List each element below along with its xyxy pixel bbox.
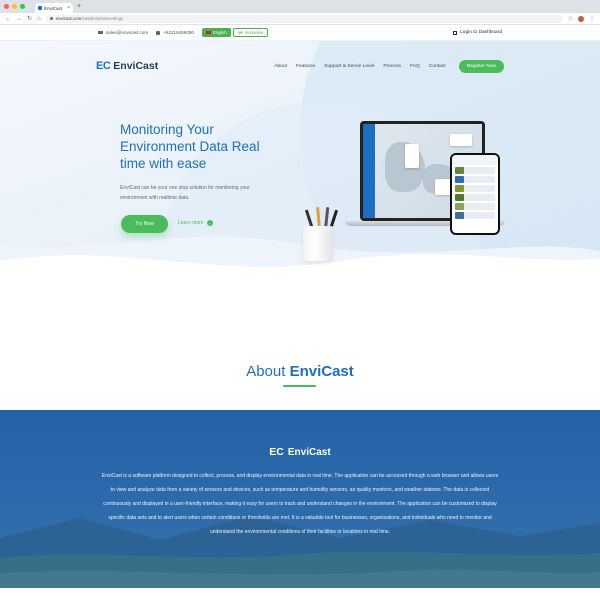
hero-section: EC EnviCast About Features Support & Ser… <box>0 41 600 286</box>
main-navigation: EC EnviCast About Features Support & Ser… <box>96 59 504 73</box>
address-bar[interactable]: envicast.com/ratelimits/sitesettings <box>45 14 563 23</box>
url-path: /ratelimits/sitesettings <box>81 16 124 21</box>
logo-text: EnviCast <box>113 60 159 72</box>
nav-item-process[interactable]: Process <box>383 64 401 69</box>
hero-title: Monitoring Your Environment Data Real ti… <box>120 122 260 171</box>
reload-icon[interactable]: ↻ <box>27 16 32 22</box>
hero-description: EnviCast can be your one stop solution f… <box>120 185 250 201</box>
envelope-icon <box>98 30 103 35</box>
back-icon[interactable]: ← <box>5 16 11 22</box>
browser-toolbar: ← → ↻ ⌂ envicast.com/ratelimits/sitesett… <box>0 13 600 25</box>
learn-more-link[interactable]: Learn more › <box>178 220 213 226</box>
language-english-button[interactable]: English <box>202 28 231 37</box>
lock-icon <box>49 16 53 21</box>
lang-en-label: English <box>213 30 227 35</box>
login-label: Login to Dashboard <box>460 30 502 35</box>
favicon-icon <box>38 6 42 10</box>
bookmark-star-icon[interactable]: ☆ <box>568 15 573 22</box>
about-heading-brand: EnviCast <box>289 363 354 380</box>
uk-flag-icon <box>206 31 211 34</box>
close-window-icon[interactable] <box>4 4 9 9</box>
login-icon <box>453 30 458 35</box>
maximize-window-icon[interactable] <box>20 4 25 9</box>
page-bottom-strip <box>0 588 600 600</box>
nav-item-features[interactable]: Features <box>296 64 315 69</box>
language-indonesia-button[interactable]: Indonesia <box>232 28 268 37</box>
pencil-cup-illustration <box>303 226 333 261</box>
learn-more-label: Learn more <box>178 220 204 226</box>
phone-text: +62218456090 <box>163 30 194 35</box>
nav-item-faq[interactable]: FAQ <box>410 64 420 69</box>
about-logo-mark: EC <box>269 446 284 458</box>
nav-menu: About Features Support & Servie Level Pr… <box>274 59 504 73</box>
envicast-logo[interactable]: EC EnviCast <box>96 60 158 72</box>
home-icon[interactable]: ⌂ <box>37 16 41 22</box>
about-logo: EC EnviCast <box>0 446 600 458</box>
phone-icon <box>156 30 161 35</box>
window-controls[interactable] <box>4 4 25 9</box>
try-now-button[interactable]: Try Now <box>121 215 168 233</box>
indonesia-flag-icon <box>237 31 243 34</box>
register-button[interactable]: Register Now <box>458 59 504 73</box>
contact-email[interactable]: sales@envicast.com <box>98 30 148 35</box>
about-logo-text: EnviCast <box>287 446 331 458</box>
profile-avatar[interactable] <box>578 15 584 22</box>
login-dashboard-link[interactable]: Login to Dashboard <box>453 30 502 35</box>
logo-mark: EC <box>96 60 111 72</box>
about-underline <box>283 385 316 387</box>
tab-close-icon[interactable]: × <box>67 5 70 11</box>
tab-title: EnviCast <box>44 5 63 11</box>
about-heading: About EnviCast <box>0 363 600 380</box>
nav-item-about[interactable]: About <box>274 64 287 69</box>
top-info-bar: sales@envicast.com +62218456090 English … <box>0 25 600 41</box>
contact-phone[interactable]: +62218456090 <box>156 30 194 35</box>
browser-tab[interactable]: EnviCast × <box>35 3 73 13</box>
about-banner: EC EnviCast EnviCast is a software platf… <box>0 410 600 588</box>
browser-menu-icon[interactable]: ⋮ <box>589 15 595 22</box>
new-tab-button[interactable]: + <box>77 2 81 12</box>
email-text: sales@envicast.com <box>106 30 149 35</box>
phone-illustration <box>450 153 500 235</box>
browser-tab-strip: EnviCast × + <box>0 0 600 13</box>
forward-icon[interactable]: → <box>16 16 22 22</box>
about-heading-prefix: About <box>246 363 290 380</box>
minimize-window-icon[interactable] <box>12 4 17 9</box>
url-domain: envicast.com <box>55 16 82 21</box>
arrow-right-icon: › <box>206 220 213 226</box>
nav-item-support[interactable]: Support & Servie Level <box>324 64 374 69</box>
devices-illustration <box>275 121 505 281</box>
lang-id-label: Indonesia <box>244 30 263 35</box>
about-description: EnviCast is a software platform designed… <box>101 473 499 535</box>
nav-item-contact[interactable]: Contact <box>429 64 446 69</box>
